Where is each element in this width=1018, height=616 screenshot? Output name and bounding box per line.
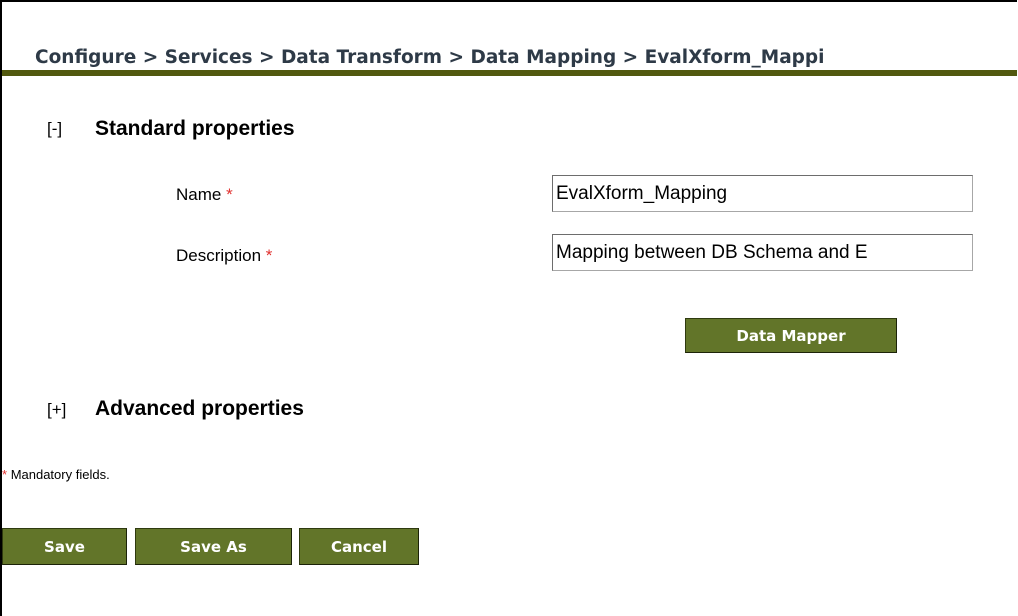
standard-properties-collapse-toggle[interactable]: [-] — [47, 119, 62, 139]
mandatory-note-marker: * — [2, 467, 8, 482]
data-mapper-button[interactable]: Data Mapper — [685, 318, 897, 353]
standard-properties-heading: Standard properties — [95, 117, 295, 140]
name-label: Name * — [176, 185, 233, 205]
advanced-properties-heading: Advanced properties — [95, 397, 304, 420]
cancel-button[interactable]: Cancel — [299, 528, 419, 565]
mandatory-note-text: Mandatory fields. — [10, 467, 110, 482]
name-label-text: Name — [176, 185, 222, 204]
description-required-marker: * — [265, 246, 273, 265]
header-divider — [2, 70, 1017, 76]
name-required-marker: * — [226, 185, 233, 204]
save-as-button[interactable]: Save As — [135, 528, 292, 565]
page-frame: Configure > Services > Data Transform > … — [0, 0, 1017, 616]
description-label: Description * — [176, 246, 272, 266]
breadcrumb: Configure > Services > Data Transform > … — [35, 47, 825, 68]
save-button[interactable]: Save — [2, 528, 127, 565]
advanced-properties-expand-toggle[interactable]: [+] — [47, 400, 66, 420]
description-input[interactable] — [552, 234, 973, 271]
mandatory-fields-note: * Mandatory fields. — [2, 467, 110, 482]
description-label-text: Description — [176, 246, 262, 265]
name-input[interactable] — [552, 175, 973, 212]
